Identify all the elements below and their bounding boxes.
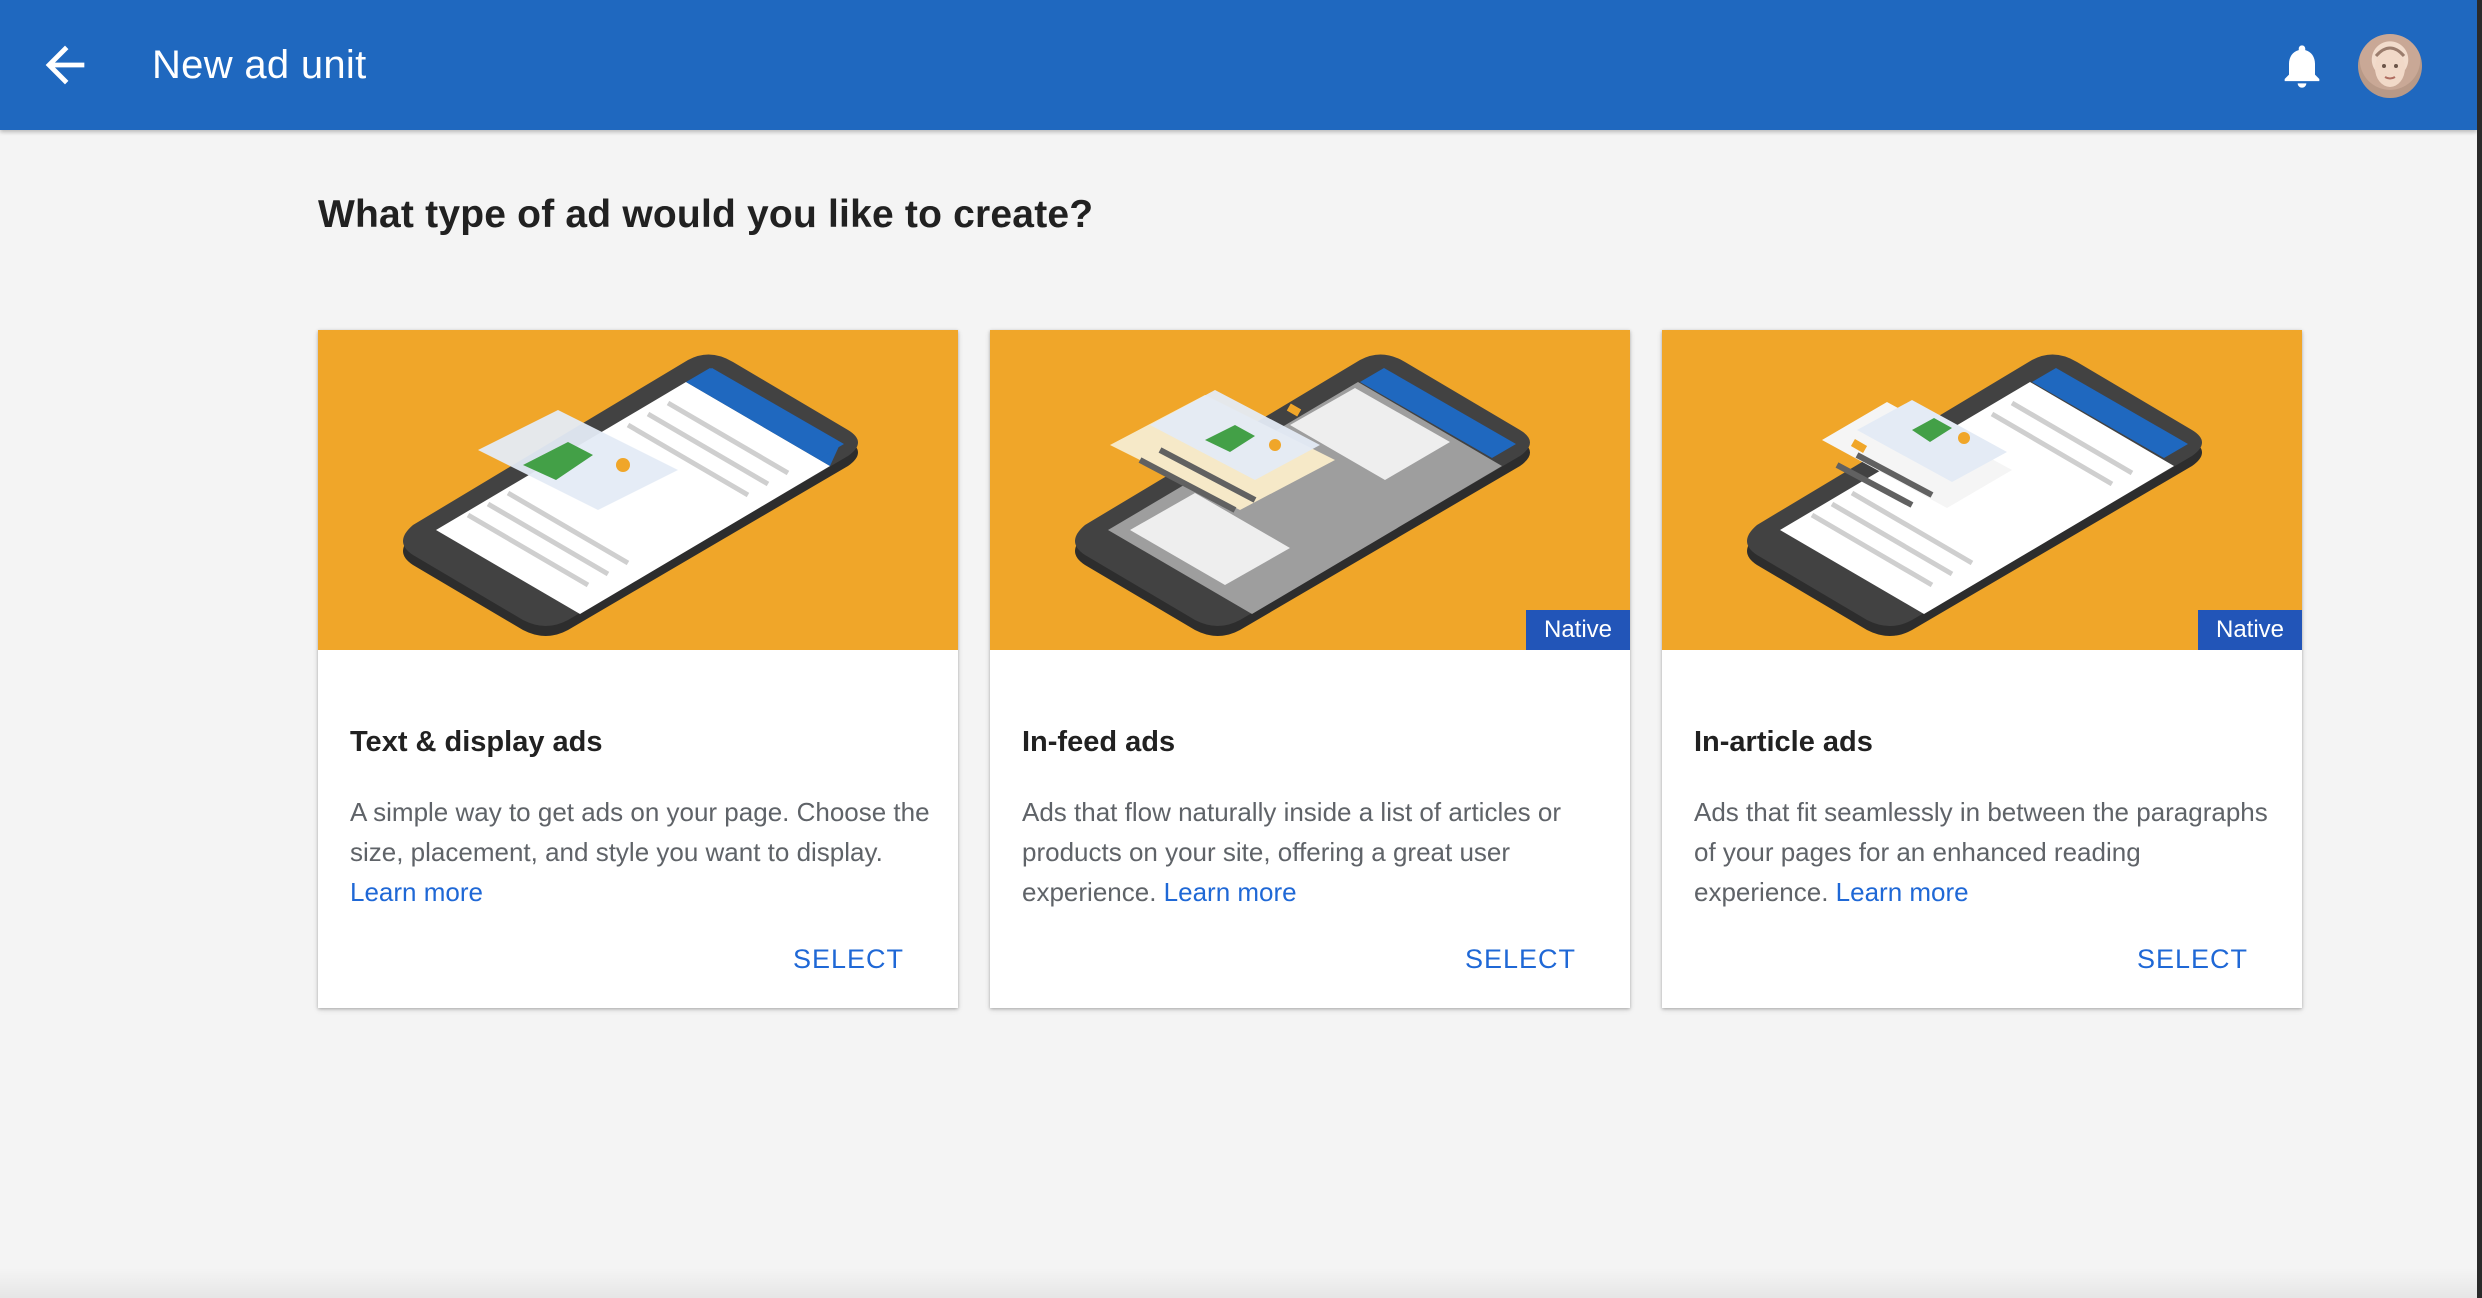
- learn-more-link[interactable]: Learn more: [1836, 877, 1969, 907]
- phone-in-feed-illustration: [1075, 354, 1530, 636]
- back-button[interactable]: [36, 36, 94, 94]
- avatar[interactable]: [2358, 34, 2422, 98]
- card-description-text: Ads that fit seamlessly in between the p…: [1694, 797, 2268, 907]
- card-banner: [318, 330, 958, 650]
- app-title: New ad unit: [152, 43, 367, 87]
- native-badge: Native: [2198, 610, 2302, 650]
- card-description: Ads that fit seamlessly in between the p…: [1694, 792, 2274, 912]
- card-title: Text & display ads: [350, 726, 603, 758]
- learn-more-link[interactable]: Learn more: [350, 877, 483, 907]
- native-badge: Native: [1526, 610, 1630, 650]
- ad-type-card-text-display[interactable]: Text & display ads A simple way to get a…: [318, 330, 958, 1008]
- card-banner: Native: [1662, 330, 2302, 650]
- learn-more-link[interactable]: Learn more: [1164, 877, 1297, 907]
- bell-icon: [2284, 45, 2320, 88]
- notifications-button[interactable]: [2276, 38, 2328, 94]
- card-title: In-feed ads: [1022, 726, 1176, 758]
- avatar-face-icon: [2374, 46, 2406, 87]
- app-window: New ad unit What type of ad would you li…: [0, 0, 2477, 1298]
- bottom-edge-shadow: [0, 1268, 2477, 1298]
- card-description: A simple way to get ads on your page. Ch…: [350, 792, 930, 912]
- select-button[interactable]: SELECT: [1465, 940, 1576, 978]
- ad-type-card-in-feed[interactable]: Native In-feed ads Ads that flow natural…: [990, 330, 1630, 1008]
- card-banner: Native: [990, 330, 1630, 650]
- ad-type-card-in-article[interactable]: Native In-article ads Ads that fit seaml…: [1662, 330, 2302, 1008]
- phone-text-display-illustration: [403, 354, 858, 636]
- card-description: Ads that flow naturally inside a list of…: [1022, 792, 1602, 912]
- card-title: In-article ads: [1694, 726, 1873, 758]
- phone-in-article-illustration: [1747, 354, 2202, 636]
- select-button[interactable]: SELECT: [793, 940, 904, 978]
- card-description-text: A simple way to get ads on your page. Ch…: [350, 797, 930, 867]
- app-bar: New ad unit: [0, 0, 2477, 130]
- arrow-back-icon: [45, 45, 85, 85]
- page-heading: What type of ad would you like to create…: [318, 193, 1094, 236]
- select-button[interactable]: SELECT: [2137, 940, 2248, 978]
